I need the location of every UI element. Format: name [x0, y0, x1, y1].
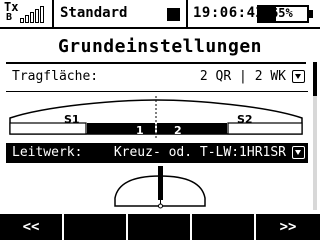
- signal-bar-icon: [20, 18, 24, 23]
- flap-left-surface: [87, 123, 155, 134]
- softkey-2-button[interactable]: [64, 214, 126, 240]
- tail-type-label: Leitwerk:: [12, 145, 83, 160]
- softkey-next-button[interactable]: >>: [256, 214, 320, 240]
- segment-label-s2: S2: [237, 113, 253, 126]
- model-name: Standard: [60, 5, 128, 21]
- softkey-prev-button[interactable]: <<: [0, 214, 62, 240]
- tail-diagram: [114, 166, 206, 209]
- signal-bar-icon: [35, 9, 39, 23]
- tail-type-value: Kreuz- od. T-LW:1HR1SR: [113, 145, 286, 160]
- segment-label-s1: S1: [64, 113, 80, 126]
- fin-hinge-icon: [158, 203, 163, 209]
- row-divider: [6, 91, 308, 92]
- signal-bar-icon: [25, 15, 29, 23]
- tx-sub-label: B: [6, 12, 13, 23]
- flap-right-surface: [157, 123, 227, 134]
- transmitter-signal: Tx B: [0, 0, 54, 27]
- wing-type-label: Tragfläche:: [12, 69, 99, 84]
- stop-square-icon: [167, 8, 180, 21]
- wing-type-value: 2 QR | 2 WK: [199, 69, 286, 84]
- segment-label-2: 2: [174, 124, 182, 137]
- rudder-fin: [158, 166, 163, 200]
- dropdown-arrow-icon[interactable]: [292, 70, 305, 83]
- battery-tip: [309, 10, 313, 18]
- signal-bar-icon: [40, 6, 44, 23]
- signal-bar-icon: [30, 12, 34, 23]
- softkey-3-button[interactable]: [128, 214, 190, 240]
- dropdown-arrow-icon[interactable]: [292, 146, 305, 159]
- status-bar: Tx B Standard 19:06:42 65%: [0, 0, 320, 29]
- wing-diagram: [9, 96, 303, 138]
- title-underline: [6, 62, 306, 64]
- battery-percent: 65%: [271, 6, 293, 20]
- scrollbar-thumb[interactable]: [313, 62, 317, 96]
- segment-label-1: 1: [136, 124, 144, 137]
- page-title: Grundeinstellungen: [57, 36, 263, 57]
- tail-type-row[interactable]: Leitwerk: Kreuz- od. T-LW:1HR1SR: [6, 143, 308, 163]
- softkey-4-button[interactable]: [192, 214, 254, 240]
- clock-time: 19:06:42: [193, 5, 265, 21]
- wing-type-row[interactable]: Tragfläche: 2 QR | 2 WK: [6, 67, 308, 87]
